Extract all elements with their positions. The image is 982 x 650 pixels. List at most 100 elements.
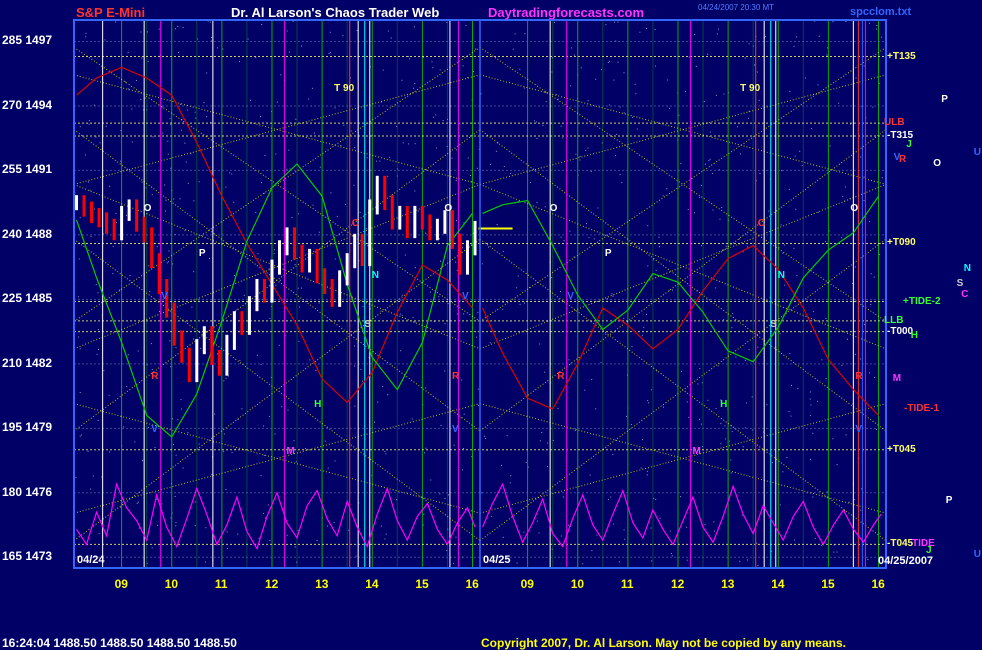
star-dot bbox=[126, 214, 127, 216]
star-dot bbox=[870, 303, 872, 305]
star-dot bbox=[134, 441, 136, 443]
star-dot bbox=[362, 380, 363, 382]
star-dot bbox=[579, 159, 581, 161]
star-dot bbox=[355, 555, 357, 557]
star-dot bbox=[131, 141, 133, 143]
star-dot bbox=[595, 78, 597, 80]
star-dot bbox=[650, 527, 652, 529]
star-dot bbox=[878, 82, 880, 84]
star-dot bbox=[264, 155, 266, 156]
star-dot bbox=[476, 167, 478, 169]
star-dot bbox=[151, 194, 153, 196]
star-dot bbox=[870, 273, 872, 275]
star-dot bbox=[794, 539, 796, 541]
star-dot bbox=[670, 553, 672, 554]
star-dot bbox=[280, 74, 282, 76]
star-dot bbox=[612, 454, 614, 455]
star-dot bbox=[860, 509, 862, 511]
star-dot bbox=[162, 132, 164, 134]
star-dot bbox=[703, 101, 705, 103]
star-dot bbox=[180, 399, 182, 401]
star-dot bbox=[825, 317, 827, 319]
star-dot bbox=[390, 37, 392, 39]
star-dot bbox=[509, 482, 511, 484]
star-dot bbox=[800, 331, 801, 333]
star-dot bbox=[440, 260, 441, 262]
star-dot bbox=[607, 62, 609, 63]
star-dot bbox=[382, 69, 384, 71]
star-dot bbox=[647, 225, 649, 227]
star-dot bbox=[438, 238, 440, 240]
star-dot bbox=[605, 24, 607, 26]
star-dot bbox=[836, 464, 838, 466]
star-dot bbox=[746, 559, 748, 561]
level-label: +T090 bbox=[887, 237, 916, 249]
star-dot bbox=[570, 85, 572, 87]
star-dot bbox=[297, 287, 299, 289]
star-dot bbox=[560, 125, 562, 127]
star-dot bbox=[203, 102, 205, 104]
star-dot bbox=[105, 125, 107, 127]
star-dot bbox=[820, 544, 822, 546]
star-dot bbox=[429, 291, 431, 293]
chart-marker: O bbox=[850, 203, 859, 215]
star-dot bbox=[671, 555, 673, 557]
star-dot bbox=[640, 467, 642, 469]
star-dot bbox=[647, 400, 649, 401]
star-dot bbox=[279, 279, 281, 281]
star-dot bbox=[456, 313, 458, 315]
star-dot bbox=[417, 210, 419, 212]
x-tick-label: 13 bbox=[721, 577, 735, 591]
star-dot bbox=[477, 388, 479, 390]
star-dot bbox=[206, 72, 208, 74]
star-dot bbox=[275, 153, 277, 155]
star-dot bbox=[516, 287, 518, 289]
star-dot bbox=[713, 530, 715, 532]
star-dot bbox=[524, 302, 525, 304]
star-dot bbox=[795, 208, 797, 210]
star-dot bbox=[191, 306, 193, 308]
overlay-curve bbox=[481, 482, 882, 548]
star-dot bbox=[860, 156, 862, 158]
star-dot bbox=[257, 253, 259, 255]
star-dot bbox=[841, 237, 843, 239]
star-dot bbox=[435, 147, 437, 149]
star-dot bbox=[231, 452, 233, 454]
star-dot bbox=[414, 190, 416, 192]
x-tick-label: 16 bbox=[871, 577, 885, 591]
star-dot bbox=[516, 562, 518, 564]
star-dot bbox=[354, 365, 356, 367]
star-dot bbox=[485, 438, 487, 439]
star-dot bbox=[344, 203, 346, 205]
star-dot bbox=[157, 524, 159, 526]
star-dot bbox=[267, 504, 269, 506]
star-dot bbox=[701, 245, 702, 247]
star-dot bbox=[84, 154, 86, 156]
star-dot bbox=[261, 24, 263, 25]
star-dot bbox=[729, 440, 731, 442]
star-dot bbox=[261, 182, 262, 184]
star-dot bbox=[315, 369, 317, 371]
margin-marker: P bbox=[941, 93, 948, 105]
star-dot bbox=[699, 196, 701, 198]
star-dot bbox=[765, 35, 767, 37]
star-dot bbox=[311, 87, 313, 89]
file-name: spcclom.txt bbox=[850, 6, 912, 18]
star-dot bbox=[538, 532, 540, 534]
site-link[interactable]: Daytradingforecasts.com bbox=[488, 5, 644, 20]
star-dot bbox=[680, 370, 682, 372]
chart-marker: C bbox=[351, 218, 359, 230]
star-dot bbox=[131, 108, 133, 110]
star-dot bbox=[97, 328, 99, 330]
star-dot bbox=[430, 479, 432, 481]
star-dot bbox=[655, 499, 657, 500]
star-dot bbox=[510, 475, 512, 477]
chart-marker: M bbox=[286, 445, 295, 457]
star-dot bbox=[374, 421, 375, 423]
star-dot bbox=[788, 188, 790, 190]
star-dot bbox=[614, 21, 616, 23]
star-dot bbox=[720, 443, 722, 445]
star-dot bbox=[329, 51, 331, 53]
star-dot bbox=[519, 303, 521, 305]
star-dot bbox=[353, 184, 355, 186]
